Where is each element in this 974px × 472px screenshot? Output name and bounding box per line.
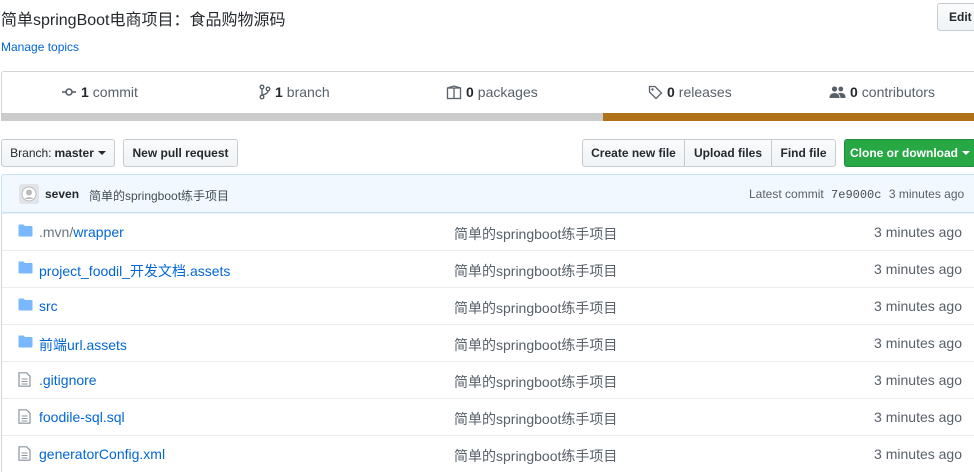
file-age: 3 minutes ago [874,446,962,462]
folder-icon [18,224,33,237]
table-row: project_foodil_开发文档.assets 简单的springboot… [2,250,974,287]
contributors-stat[interactable]: 0 contributors [829,84,935,100]
file-commit-message[interactable]: 简单的springboot练手项目 [454,224,617,244]
releases-label: releases [678,84,732,100]
file-name: wrapper [73,224,124,240]
folder-icon [18,298,33,311]
table-row: src 简单的springboot练手项目 3 minutes ago [2,287,974,324]
clone-label: Clone or download [850,146,958,160]
file-commit-message[interactable]: 简单的springboot练手项目 [454,298,617,318]
find-file-button[interactable]: Find file [771,139,836,167]
commit-message-link[interactable]: 简单的springboot练手项目 [89,187,229,204]
clone-or-download-button[interactable]: Clone or download [844,139,974,167]
file-age: 3 minutes ago [874,261,962,277]
file-age: 3 minutes ago [874,409,962,425]
file-name-link[interactable]: 前端url.assets [39,335,127,355]
packages-count: 0 [466,84,474,100]
contributors-label: contributors [861,84,935,100]
avatar-icon [19,184,39,204]
file-name-link[interactable]: generatorConfig.xml [39,446,165,462]
dropdown-caret-icon [962,151,970,155]
branch-icon [259,84,271,100]
contributors-count: 0 [850,84,858,100]
folder-icon [18,261,33,274]
file-name-link[interactable]: .gitignore [39,372,97,388]
branch-select-button[interactable]: Branch: master [1,139,115,167]
table-row: .gitignore 简单的springboot练手项目 3 minutes a… [2,361,974,398]
tag-icon [648,85,663,99]
commits-count: 1 [81,84,89,100]
file-age: 3 minutes ago [874,335,962,351]
file-age: 3 minutes ago [874,298,962,314]
table-row: 前端url.assets 简单的springboot练手项目 3 minutes… [2,324,974,361]
commit-icon [62,88,76,96]
file-commit-message[interactable]: 简单的springboot练手项目 [454,409,617,429]
file-icon [18,446,31,461]
language-segment[interactable] [603,113,974,121]
commits-label: commit [92,84,138,100]
branches-stat[interactable]: 1 branch [259,84,330,100]
latest-commit-info: Latest commit 7e9000c 3 minutes ago [749,187,964,202]
file-list: .mvn/wrapper 简单的springboot练手项目 3 minutes… [1,213,974,472]
table-row: generatorConfig.xml 简单的springboot练手项目 3 … [2,435,974,472]
latest-commit-prefix: Latest commit [749,187,824,201]
packages-label: packages [477,84,538,100]
edit-button[interactable]: Edit [937,3,974,31]
people-icon [829,86,846,98]
new-pull-request-button[interactable]: New pull request [123,139,238,167]
file-name-link[interactable]: project_foodil_开发文档.assets [39,261,230,281]
releases-stat[interactable]: 0 releases [648,84,732,100]
package-icon [446,84,462,99]
latest-commit-bar: seven 简单的springboot练手项目 Latest commit 7e… [1,174,974,213]
repo-description: 简单springBoot电商项目：食品购物源码 [1,12,286,29]
table-row: .mvn/wrapper 简单的springboot练手项目 3 minutes… [2,213,974,250]
language-segment[interactable] [1,113,603,121]
table-row: foodile-sql.sql 简单的springboot练手项目 3 minu… [2,398,974,435]
upload-files-button[interactable]: Upload files [684,139,772,167]
file-commit-message[interactable]: 简单的springboot练手项目 [454,261,617,281]
commit-age: 3 minutes ago [888,187,965,201]
branch-name: master [54,146,94,160]
dropdown-caret-icon [97,151,106,155]
file-commit-message[interactable]: 简单的springboot练手项目 [454,446,617,466]
commits-stat[interactable]: 1 commit [61,84,138,100]
create-new-file-button[interactable]: Create new file [582,139,685,167]
commit-sha-link[interactable]: 7e9000c [831,188,881,202]
commit-author-link[interactable]: seven [45,187,79,201]
file-commit-message[interactable]: 简单的springboot练手项目 [454,335,617,355]
releases-count: 0 [667,84,675,100]
file-icon [18,409,31,424]
manage-topics-link[interactable]: Manage topics [1,40,79,54]
branch-prefix: Branch: [10,146,52,160]
file-age: 3 minutes ago [874,224,962,240]
file-name-prefix: .mvn/ [39,224,74,240]
file-name-link[interactable]: foodile-sql.sql [39,409,125,425]
branches-label: branch [286,84,330,100]
file-icon [18,372,31,387]
branches-count: 1 [275,84,283,100]
file-commit-message[interactable]: 简单的springboot练手项目 [454,372,617,392]
file-name-link[interactable]: src [39,298,58,314]
avatar[interactable] [19,184,39,204]
file-name-link[interactable]: .mvn/wrapper [39,224,124,240]
file-age: 3 minutes ago [874,372,962,388]
folder-icon [18,335,33,348]
language-bar[interactable] [1,113,974,121]
packages-stat[interactable]: 0 packages [446,84,538,100]
